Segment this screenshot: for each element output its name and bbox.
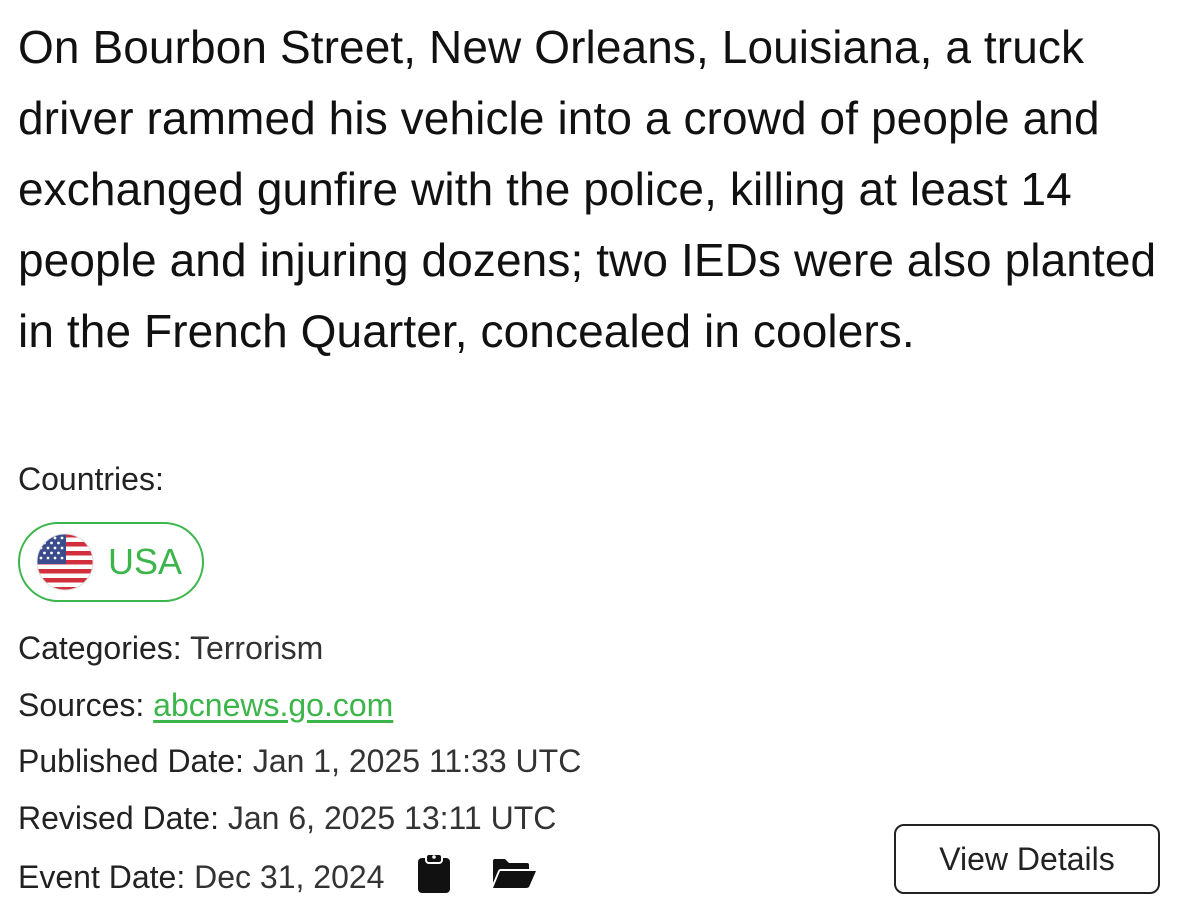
categories-label: Categories: (18, 630, 182, 666)
sources-label: Sources: (18, 687, 145, 723)
published-date-value: Jan 1, 2025 11:33 UTC (252, 743, 582, 779)
event-card: On Bourbon Street, New Orleans, Louisian… (18, 12, 1163, 902)
usa-flag-icon (36, 533, 94, 591)
published-date-label: Published Date: (18, 743, 244, 779)
published-date-row: Published Date: Jan 1, 2025 11:33 UTC (18, 741, 581, 781)
categories-value: Terrorism (189, 630, 324, 666)
country-chip-label: USA (108, 541, 183, 582)
event-date-row: Event Date: Dec 31, 2024 (18, 852, 537, 905)
event-headline: On Bourbon Street, New Orleans, Louisian… (18, 21, 1157, 357)
event-actions (417, 852, 537, 903)
countries-label: Countries: (18, 461, 164, 497)
revised-date-value: Jan 6, 2025 13:11 UTC (227, 800, 557, 836)
sources-row: Sources: abcnews.go.com (18, 685, 393, 725)
clipboard-icon[interactable] (417, 852, 451, 903)
folder-open-icon[interactable] (491, 857, 537, 898)
event-date-value: Dec 31, 2024 (194, 858, 385, 895)
source-link[interactable]: abcnews.go.com (153, 687, 393, 723)
view-details-button[interactable]: View Details (894, 824, 1160, 894)
revised-date-row: Revised Date: Jan 6, 2025 13:11 UTC (18, 798, 556, 838)
country-chip-usa[interactable]: USA (18, 522, 204, 602)
revised-date-label: Revised Date: (18, 800, 219, 836)
event-date-label: Event Date: (18, 858, 186, 895)
categories-row: Categories: Terrorism (18, 628, 323, 668)
